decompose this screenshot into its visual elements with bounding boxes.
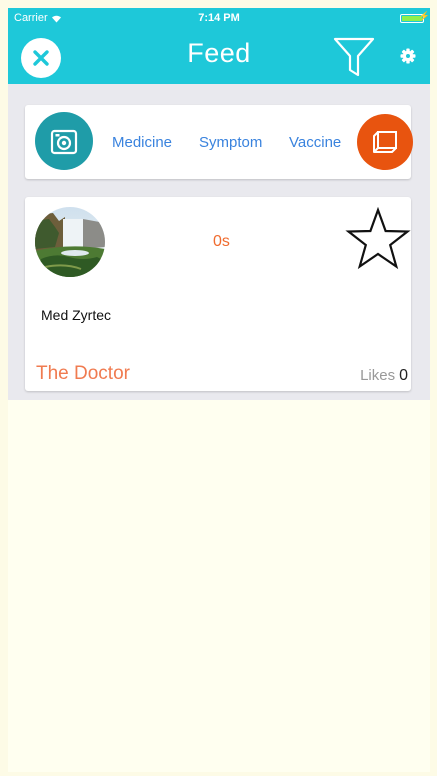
likes-label: Likes xyxy=(360,367,396,384)
star-icon xyxy=(345,206,411,270)
status-bar: Carrier 7:14 PM ⚡ xyxy=(8,8,430,28)
post-text: Med Zyrtec xyxy=(41,307,112,323)
camera-button[interactable] xyxy=(35,112,93,170)
category-medicine[interactable]: Medicine xyxy=(112,134,172,151)
category-symptom[interactable]: Symptom xyxy=(199,134,262,151)
feed-post-card[interactable]: 0s Med Zyrtec The Doctor Likes 0 xyxy=(25,197,411,391)
category-vaccine[interactable]: Vaccine xyxy=(289,134,341,151)
gear-icon xyxy=(400,48,416,64)
charging-icon: ⚡ xyxy=(418,11,430,21)
nav-bar: Carrier 7:14 PM ⚡ Feed xyxy=(8,8,430,84)
book-button[interactable] xyxy=(357,114,413,170)
post-author[interactable]: The Doctor xyxy=(36,363,130,385)
settings-button[interactable] xyxy=(398,46,418,66)
filter-icon xyxy=(333,37,375,77)
favorite-button[interactable] xyxy=(345,206,411,271)
avatar[interactable] xyxy=(35,207,105,277)
category-bar: Medicine Symptom Vaccine xyxy=(25,105,413,179)
book-icon xyxy=(373,131,397,153)
camera-icon xyxy=(50,129,78,155)
filter-button[interactable] xyxy=(332,36,376,78)
likes-count: 0 xyxy=(399,367,408,384)
feed-content: Medicine Symptom Vaccine 0s Med Zyrtec T… xyxy=(8,84,430,400)
status-time: 7:14 PM xyxy=(198,12,240,24)
waterfall-avatar-image xyxy=(35,207,105,277)
post-time-ago: 0s xyxy=(213,233,230,250)
phone-screen: Carrier 7:14 PM ⚡ Feed Medicine Symptom … xyxy=(8,8,430,772)
likes-indicator: Likes 0 xyxy=(360,367,408,385)
